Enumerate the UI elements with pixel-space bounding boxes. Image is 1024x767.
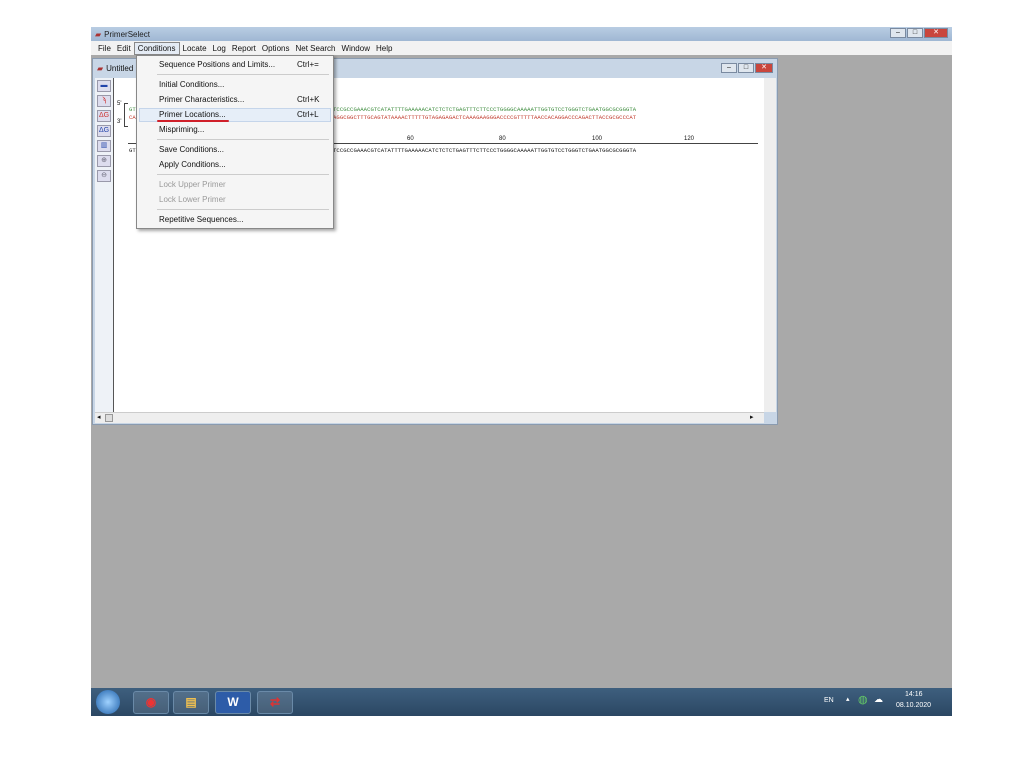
doc-restore-button[interactable]: □ bbox=[738, 63, 754, 73]
delta-g-tool-icon[interactable]: ΔG bbox=[97, 110, 111, 122]
tray-app-icon[interactable]: ◍ bbox=[858, 693, 868, 706]
app-icon: ▰ bbox=[95, 29, 102, 39]
sequence-view-tool-icon[interactable]: ▬ bbox=[97, 80, 111, 92]
clock-time[interactable]: 14:16 bbox=[905, 691, 923, 698]
bottom-strand-sequence: AGGCGGCTTTGCAGTATAAAACTTTTTGTAGAGAGACTCA… bbox=[333, 114, 637, 121]
clock-date[interactable]: 08.10.2020 bbox=[896, 702, 931, 709]
document-icon: ▰ bbox=[97, 63, 104, 73]
language-indicator[interactable]: EN bbox=[824, 697, 834, 704]
taskbar: ◉ ▤ W ⇄ EN ▴ ◍ ☁ 14:16 08.10.2020 bbox=[91, 688, 952, 716]
menu-file[interactable]: File bbox=[95, 43, 114, 54]
menu-item-primer-characteristics[interactable]: Primer Characteristics... bbox=[159, 95, 244, 104]
menu-separator bbox=[157, 209, 329, 210]
menu-bar: File Edit Conditions Locate Log Report O… bbox=[91, 41, 952, 55]
scroll-left-icon[interactable]: ◂ bbox=[97, 413, 101, 421]
explorer-taskbar-icon[interactable]: ▤ bbox=[173, 691, 209, 714]
top-strand-prefix: GT bbox=[129, 106, 136, 113]
graph-tool-icon[interactable]: ▥ bbox=[97, 140, 111, 152]
chrome-taskbar-icon[interactable]: ◉ bbox=[133, 691, 169, 714]
menu-locate[interactable]: Locate bbox=[180, 43, 210, 54]
app-title-bar: ▰ PrimerSelect – □ ✕ bbox=[91, 27, 952, 41]
menu-item-initial-conditions[interactable]: Initial Conditions... bbox=[159, 80, 224, 89]
zoom-in-icon[interactable]: ⊕ bbox=[97, 155, 111, 167]
menu-log[interactable]: Log bbox=[210, 43, 229, 54]
close-button[interactable]: ✕ bbox=[924, 28, 948, 38]
doc-close-button[interactable]: ✕ bbox=[755, 63, 773, 73]
menu-item-repetitive-sequences[interactable]: Repetitive Sequences... bbox=[159, 215, 244, 224]
tool-strip: ▬ ϡ ΔG ΔG ▥ ⊕ ⊖ bbox=[95, 78, 113, 412]
consensus-prefix: GT bbox=[129, 147, 136, 154]
menu-help[interactable]: Help bbox=[373, 43, 395, 54]
scroll-right-icon[interactable]: ▸ bbox=[750, 413, 754, 421]
strand-bracket bbox=[124, 103, 128, 127]
menu-item-primer-locations[interactable]: Primer Locations... bbox=[159, 110, 226, 119]
shortcut-primer-locations: Ctrl+L bbox=[297, 110, 319, 119]
document-window-controls: – □ ✕ bbox=[721, 63, 773, 73]
primer-tool-icon[interactable]: ϡ bbox=[97, 95, 111, 107]
menu-item-lock-upper-primer: Lock Upper Primer bbox=[159, 180, 226, 189]
document-title: Untitled bbox=[106, 63, 134, 73]
menu-item-save-conditions[interactable]: Save Conditions... bbox=[159, 145, 224, 154]
network-icon[interactable]: ☁ bbox=[874, 694, 883, 705]
menu-edit[interactable]: Edit bbox=[114, 43, 134, 54]
menu-item-apply-conditions[interactable]: Apply Conditions... bbox=[159, 160, 226, 169]
menu-separator bbox=[157, 174, 329, 175]
menu-item-mispriming[interactable]: Mispriming... bbox=[159, 125, 204, 134]
ruler-tick-60: 60 bbox=[407, 136, 414, 142]
menu-conditions[interactable]: Conditions bbox=[133, 41, 180, 55]
conditions-dropdown-menu: Sequence Positions and Limits... Ctrl+= … bbox=[136, 55, 334, 229]
three-prime-label: 3' bbox=[117, 119, 122, 125]
minimize-button[interactable]: – bbox=[890, 28, 906, 38]
shortcut-primer-characteristics: Ctrl+K bbox=[297, 95, 320, 104]
scroll-thumb[interactable] bbox=[105, 414, 113, 422]
zoom-out-icon[interactable]: ⊖ bbox=[97, 170, 111, 182]
start-button[interactable] bbox=[96, 690, 120, 714]
app-title: PrimerSelect bbox=[104, 29, 150, 39]
window-controls: – □ ✕ bbox=[890, 28, 948, 38]
shortcut-sequence-positions: Ctrl+= bbox=[297, 60, 319, 69]
tray-expand-icon[interactable]: ▴ bbox=[846, 695, 850, 703]
menu-item-lock-lower-primer: Lock Lower Primer bbox=[159, 195, 226, 204]
doc-minimize-button[interactable]: – bbox=[721, 63, 737, 73]
ruler-tick-80: 80 bbox=[499, 136, 506, 142]
consensus-sequence: TCCGCCGAAACGTCATATTTTGAAAAACATCTCTCTGAGT… bbox=[333, 147, 637, 154]
five-prime-label: 5' bbox=[117, 101, 122, 107]
red-underline-annotation bbox=[157, 120, 229, 122]
menu-separator bbox=[157, 139, 329, 140]
primerselect-taskbar-icon[interactable]: ⇄ bbox=[257, 691, 293, 714]
ruler-tick-120: 120 bbox=[684, 136, 695, 142]
menu-net-search[interactable]: Net Search bbox=[292, 43, 338, 54]
bottom-strand-prefix: CA bbox=[129, 114, 136, 121]
horizontal-scrollbar[interactable]: ◂ ▸ bbox=[95, 412, 764, 423]
delta-g-blue-tool-icon[interactable]: ΔG bbox=[97, 125, 111, 137]
menu-item-sequence-positions[interactable]: Sequence Positions and Limits... bbox=[159, 60, 275, 69]
menu-options[interactable]: Options bbox=[259, 43, 293, 54]
top-strand-sequence: TCCGCCGAAACGTCATATTTTGAAAAACATCTCTCTGAGT… bbox=[333, 106, 637, 113]
menu-window[interactable]: Window bbox=[339, 43, 373, 54]
vertical-scrollbar[interactable] bbox=[764, 78, 776, 412]
word-taskbar-icon[interactable]: W bbox=[215, 691, 251, 714]
menu-report[interactable]: Report bbox=[229, 43, 259, 54]
menu-separator bbox=[157, 74, 329, 75]
ruler-tick-100: 100 bbox=[592, 136, 603, 142]
maximize-button[interactable]: □ bbox=[907, 28, 923, 38]
